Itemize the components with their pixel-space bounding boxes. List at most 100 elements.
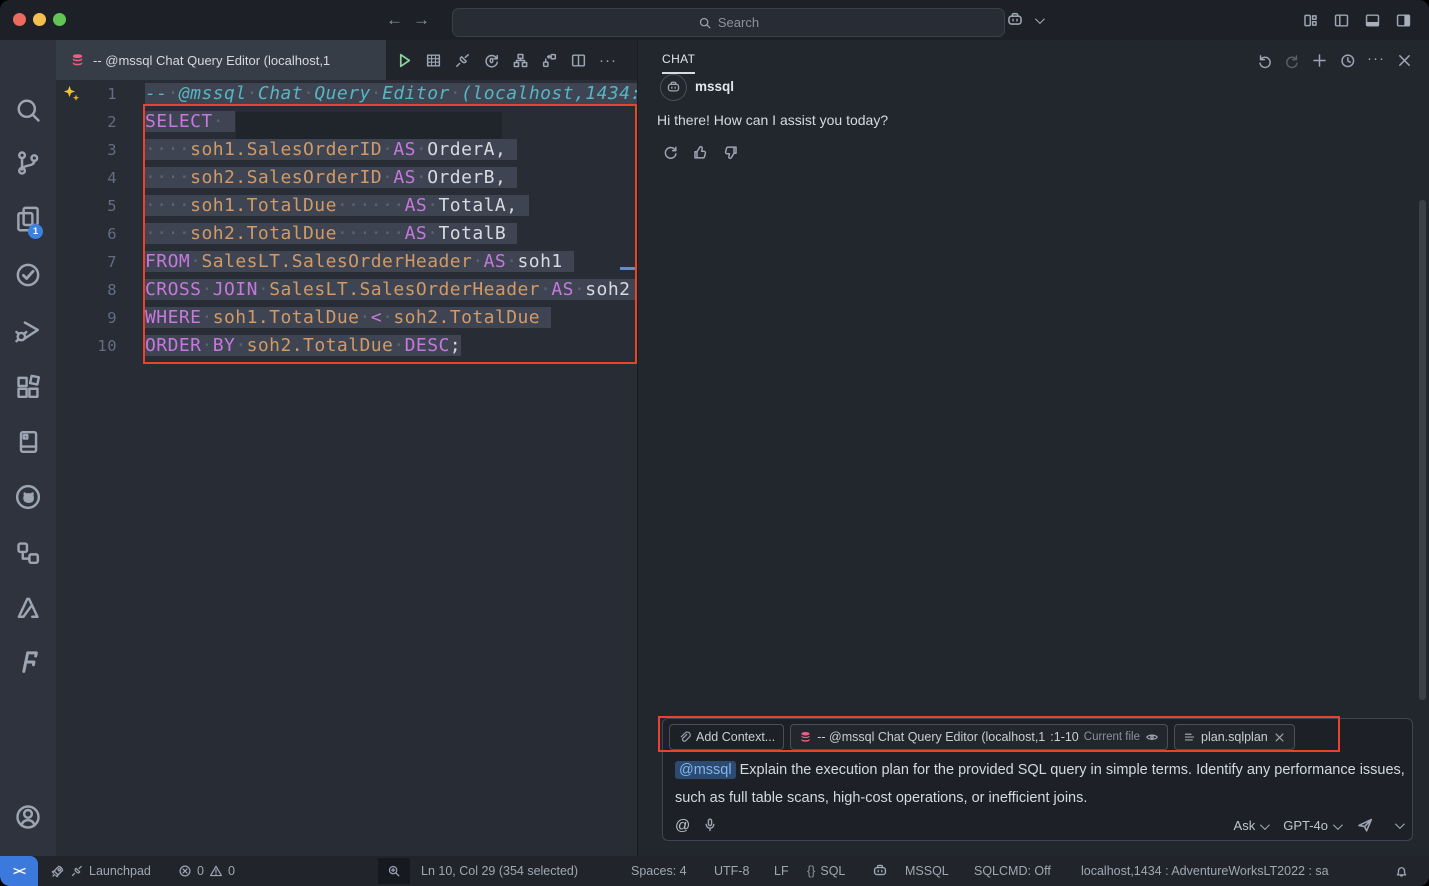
search-sidebar-icon[interactable] <box>14 96 42 124</box>
sqlplan-file-icon <box>1183 731 1196 744</box>
cursor-position-item[interactable]: Ln 10, Col 29 (354 selected) <box>421 856 578 886</box>
mode-picker[interactable]: Ask <box>1234 818 1268 833</box>
code-line[interactable]: 1--·@mssql·Chat·Query·Editor·(localhost,… <box>56 80 637 108</box>
chat-redo-icon[interactable] <box>1284 52 1301 69</box>
plan-file-chip[interactable]: plan.sqlplan <box>1174 724 1295 750</box>
line-number: 6 <box>56 220 117 248</box>
search-icon <box>698 16 712 30</box>
mssql-mention[interactable]: @mssql <box>675 761 736 779</box>
model-chevron-icon <box>1333 820 1343 830</box>
estimated-plan-icon[interactable] <box>541 52 558 69</box>
eol-item[interactable]: LF <box>774 856 789 886</box>
model-label: GPT-4o <box>1283 818 1328 833</box>
tasks-check-icon[interactable] <box>14 261 42 289</box>
launchpad-item[interactable]: Launchpad <box>50 856 151 886</box>
sqlcmd-label: SQLCMD: Off <box>974 864 1051 878</box>
encoding-label: UTF-8 <box>714 864 749 878</box>
maximize-traffic-light[interactable] <box>53 13 66 26</box>
chat-prompt-text[interactable]: @mssql Explain the execution plan for th… <box>675 756 1405 812</box>
split-editor-icon[interactable] <box>570 52 587 69</box>
sql-connections-icon[interactable] <box>14 539 42 567</box>
activity-badge: 1 <box>28 224 43 239</box>
overview-ruler-cursor <box>620 267 637 270</box>
code-line[interactable]: 6····soh2.TotalDue······AS·TotalB <box>56 220 637 248</box>
chat-more-icon[interactable]: ··· <box>1367 50 1385 67</box>
spaces-label: Spaces: 4 <box>631 864 687 878</box>
chat-undo-icon[interactable] <box>1256 52 1273 69</box>
more-actions-icon[interactable]: ··· <box>599 52 616 69</box>
encoding-item[interactable]: UTF-8 <box>714 856 749 886</box>
code-line[interactable]: 3····soh1.SalesOrderID·AS·OrderA, <box>56 136 637 164</box>
chat-close-icon[interactable] <box>1396 52 1413 69</box>
title-bar: ← → Search <box>0 0 1429 40</box>
fabric-icon[interactable] <box>14 648 42 676</box>
customize-layout-icon[interactable] <box>1302 12 1319 29</box>
problems-item[interactable]: 0 0 <box>178 856 235 886</box>
minimize-traffic-light[interactable] <box>33 13 46 26</box>
mssql-status-item[interactable]: MSSQL <box>905 856 949 886</box>
mention-context-icon[interactable]: @ <box>675 817 690 834</box>
sqlcmd-item[interactable]: SQLCMD: Off <box>974 856 1051 886</box>
mic-icon[interactable] <box>702 817 718 833</box>
indentation-item[interactable]: Spaces: 4 <box>631 856 687 886</box>
line-number: 3 <box>56 136 117 164</box>
connection-item[interactable]: localhost,1434 : AdventureWorksLT2022 : … <box>1081 856 1329 886</box>
forward-icon[interactable]: → <box>413 9 430 31</box>
results-grid-icon[interactable] <box>425 52 442 69</box>
toggle-sidebar-icon[interactable] <box>1333 12 1350 29</box>
copilot-status-icon[interactable] <box>872 856 888 886</box>
model-picker[interactable]: GPT-4o <box>1283 818 1340 833</box>
source-control-icon[interactable] <box>14 149 42 177</box>
run-query-icon[interactable] <box>396 52 413 69</box>
thumbs-down-icon[interactable] <box>722 144 739 161</box>
remote-indicator[interactable]: >< <box>0 856 38 886</box>
code-line[interactable]: 4····soh2.SalesOrderID·AS·OrderB, <box>56 164 637 192</box>
language-item[interactable]: {} SQL <box>807 856 845 886</box>
query-plan-icon[interactable] <box>512 52 529 69</box>
editor-tab-bar: -- @mssql Chat Query Editor (localhost,1… <box>56 40 637 80</box>
chat-history-icon[interactable] <box>1339 52 1356 69</box>
language-label: SQL <box>820 864 845 878</box>
copilot-menu-chevron-icon[interactable] <box>1035 14 1045 24</box>
code-line[interactable]: 5····soh1.TotalDue······AS·TotalA, <box>56 192 637 220</box>
thumbs-up-icon[interactable] <box>692 144 709 161</box>
chat-input-box[interactable]: Add Context... -- @mssql Chat Query Edit… <box>662 718 1413 841</box>
chat-scrollbar[interactable] <box>1419 200 1426 700</box>
new-chat-icon[interactable] <box>1311 52 1328 69</box>
mode-chevron-icon <box>1260 820 1270 830</box>
search-input[interactable]: Search <box>452 8 1005 37</box>
close-traffic-light[interactable] <box>13 13 26 26</box>
back-icon[interactable]: ← <box>386 9 403 31</box>
azure-icon[interactable] <box>14 594 42 622</box>
code-line[interactable]: 7FROM·SalesLT.SalesOrderHeader·AS·soh1 <box>56 248 637 276</box>
account-icon[interactable] <box>14 803 42 831</box>
send-chevron-icon[interactable] <box>1395 819 1405 829</box>
notifications-bell-icon[interactable] <box>1394 856 1409 886</box>
extensions-icon[interactable] <box>14 373 42 401</box>
run-debug-icon[interactable] <box>14 317 42 345</box>
regenerate-icon[interactable] <box>662 144 679 161</box>
toggle-secondary-sidebar-icon[interactable] <box>1395 12 1412 29</box>
database-icon <box>70 53 85 68</box>
github-icon[interactable] <box>14 483 42 511</box>
context-chip-row: Add Context... -- @mssql Chat Query Edit… <box>669 724 1295 750</box>
search-placeholder: Search <box>718 15 759 30</box>
add-context-button[interactable]: Add Context... <box>669 724 784 750</box>
code-line[interactable]: 8CROSS·JOIN·SalesLT.SalesOrderHeader·AS·… <box>56 276 637 304</box>
eye-icon[interactable] <box>1145 730 1159 744</box>
code-line[interactable]: 10ORDER·BY·soh2.TotalDue·DESC; <box>56 332 637 360</box>
zoom-status-icon[interactable] <box>378 858 410 884</box>
copilot-icon[interactable] <box>1006 11 1024 29</box>
disconnect-icon[interactable] <box>454 52 471 69</box>
notebook-icon[interactable] <box>14 428 42 456</box>
change-connection-icon[interactable] <box>483 52 500 69</box>
file-chip-hint: Current file <box>1084 731 1140 743</box>
toggle-panel-icon[interactable] <box>1364 12 1381 29</box>
file-chip-range: :1-10 <box>1050 730 1079 744</box>
chat-panel-tab[interactable]: CHAT <box>662 52 695 74</box>
code-line[interactable]: 9WHERE·soh1.TotalDue·<·soh2.TotalDue <box>56 304 637 332</box>
file-context-chip[interactable]: -- @mssql Chat Query Editor (localhost,1… <box>790 724 1168 750</box>
editor-tab[interactable]: -- @mssql Chat Query Editor (localhost,1 <box>56 40 386 80</box>
remove-chip-icon[interactable] <box>1273 731 1286 744</box>
send-button[interactable] <box>1356 816 1374 834</box>
